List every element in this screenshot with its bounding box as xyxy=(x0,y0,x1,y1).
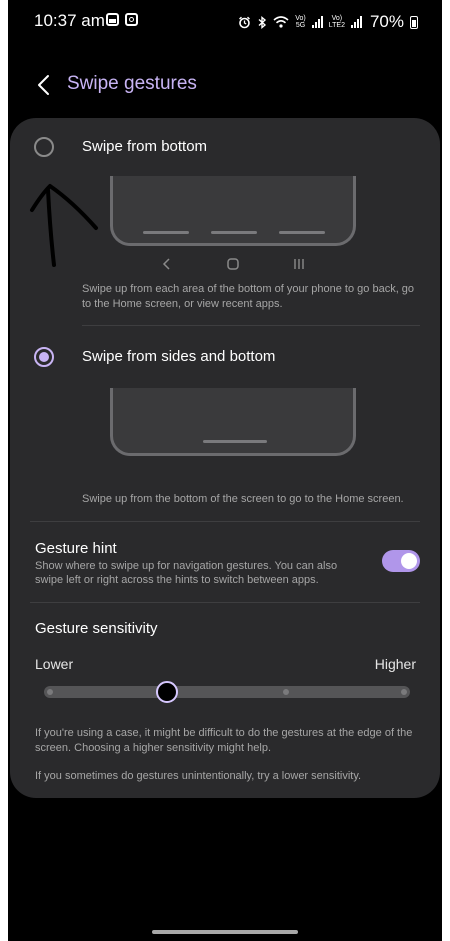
battery-icon xyxy=(410,15,418,29)
gesture-hint-bar xyxy=(203,440,267,443)
instagram-notification-icon xyxy=(125,13,138,26)
divider xyxy=(30,602,420,603)
gesture-hint-description: Show where to swipe up for navigation ge… xyxy=(35,560,338,586)
sim1-volte-indicator: Vo) 5G xyxy=(295,15,306,29)
sim2-signal-icon xyxy=(350,16,362,28)
preview-swipe-from-bottom xyxy=(110,176,356,246)
hand-drawn-arrow-annotation xyxy=(30,184,98,267)
gesture-hint-title: Gesture hint xyxy=(35,540,117,557)
gesture-hint-toggle[interactable] xyxy=(382,550,420,572)
gallery-notification-icon xyxy=(106,13,119,26)
option-description: Swipe up from the bottom of the screen t… xyxy=(82,493,404,505)
status-bar: 10:37 am Vo) 5G Vo) LTE2 70% xyxy=(8,0,442,44)
sim2-volte-indicator: Vo) LTE2 xyxy=(328,15,345,29)
battery-percent: 70% xyxy=(369,12,404,31)
nav-recents-icon xyxy=(294,259,304,269)
slider-tick xyxy=(401,689,407,695)
app-header: Swipe gestures xyxy=(8,60,442,110)
gesture-hint-bar xyxy=(143,231,189,234)
bluetooth-icon xyxy=(258,15,267,29)
gesture-hint-bar xyxy=(279,231,325,234)
wifi-icon xyxy=(273,16,289,28)
option-description: Swipe up from each area of the bottom of… xyxy=(82,283,415,310)
slider-tick xyxy=(47,689,53,695)
gesture-sensitivity-title: Gesture sensitivity xyxy=(35,620,158,637)
slider-thumb[interactable] xyxy=(155,681,178,703)
option-label: Swipe from sides and bottom xyxy=(82,348,276,365)
slider-higher-label: Higher xyxy=(374,656,416,672)
divider xyxy=(30,521,420,522)
status-time: 10:37 am xyxy=(34,11,105,30)
option-swipe-from-bottom[interactable]: Swipe from bottom xyxy=(10,120,440,174)
nav-back-icon xyxy=(162,258,170,270)
sensitivity-note-unintentional: If you sometimes do gestures unintention… xyxy=(35,770,362,782)
option-label: Swipe from bottom xyxy=(82,138,208,155)
sensitivity-note-case: If you're using a case, it might be diff… xyxy=(35,727,413,754)
slider-lower-label: Lower xyxy=(35,656,74,672)
phone-screen: 10:37 am Vo) 5G Vo) LTE2 70% Swipe gestu… xyxy=(8,0,442,941)
sensitivity-slider[interactable] xyxy=(44,681,410,703)
slider-track xyxy=(44,686,410,698)
slider-tick xyxy=(283,689,289,695)
divider xyxy=(82,325,420,326)
alarm-icon xyxy=(239,16,251,28)
gesture-hint-bar xyxy=(211,231,257,234)
page-title: Swipe gestures xyxy=(67,73,197,94)
radio-swipe-from-sides-and-bottom[interactable] xyxy=(34,347,54,367)
system-gesture-handle[interactable] xyxy=(152,930,298,934)
sim1-signal-icon xyxy=(311,16,323,28)
status-right: Vo) 5G Vo) LTE2 70% xyxy=(238,12,418,32)
back-arrow-icon[interactable] xyxy=(32,72,58,98)
preview-swipe-from-sides-and-bottom xyxy=(110,388,356,456)
option-swipe-from-sides-and-bottom[interactable]: Swipe from sides and bottom xyxy=(10,330,440,384)
nav-home-icon xyxy=(227,258,239,270)
notification-icons xyxy=(106,13,138,26)
radio-swipe-from-bottom[interactable] xyxy=(34,137,54,157)
